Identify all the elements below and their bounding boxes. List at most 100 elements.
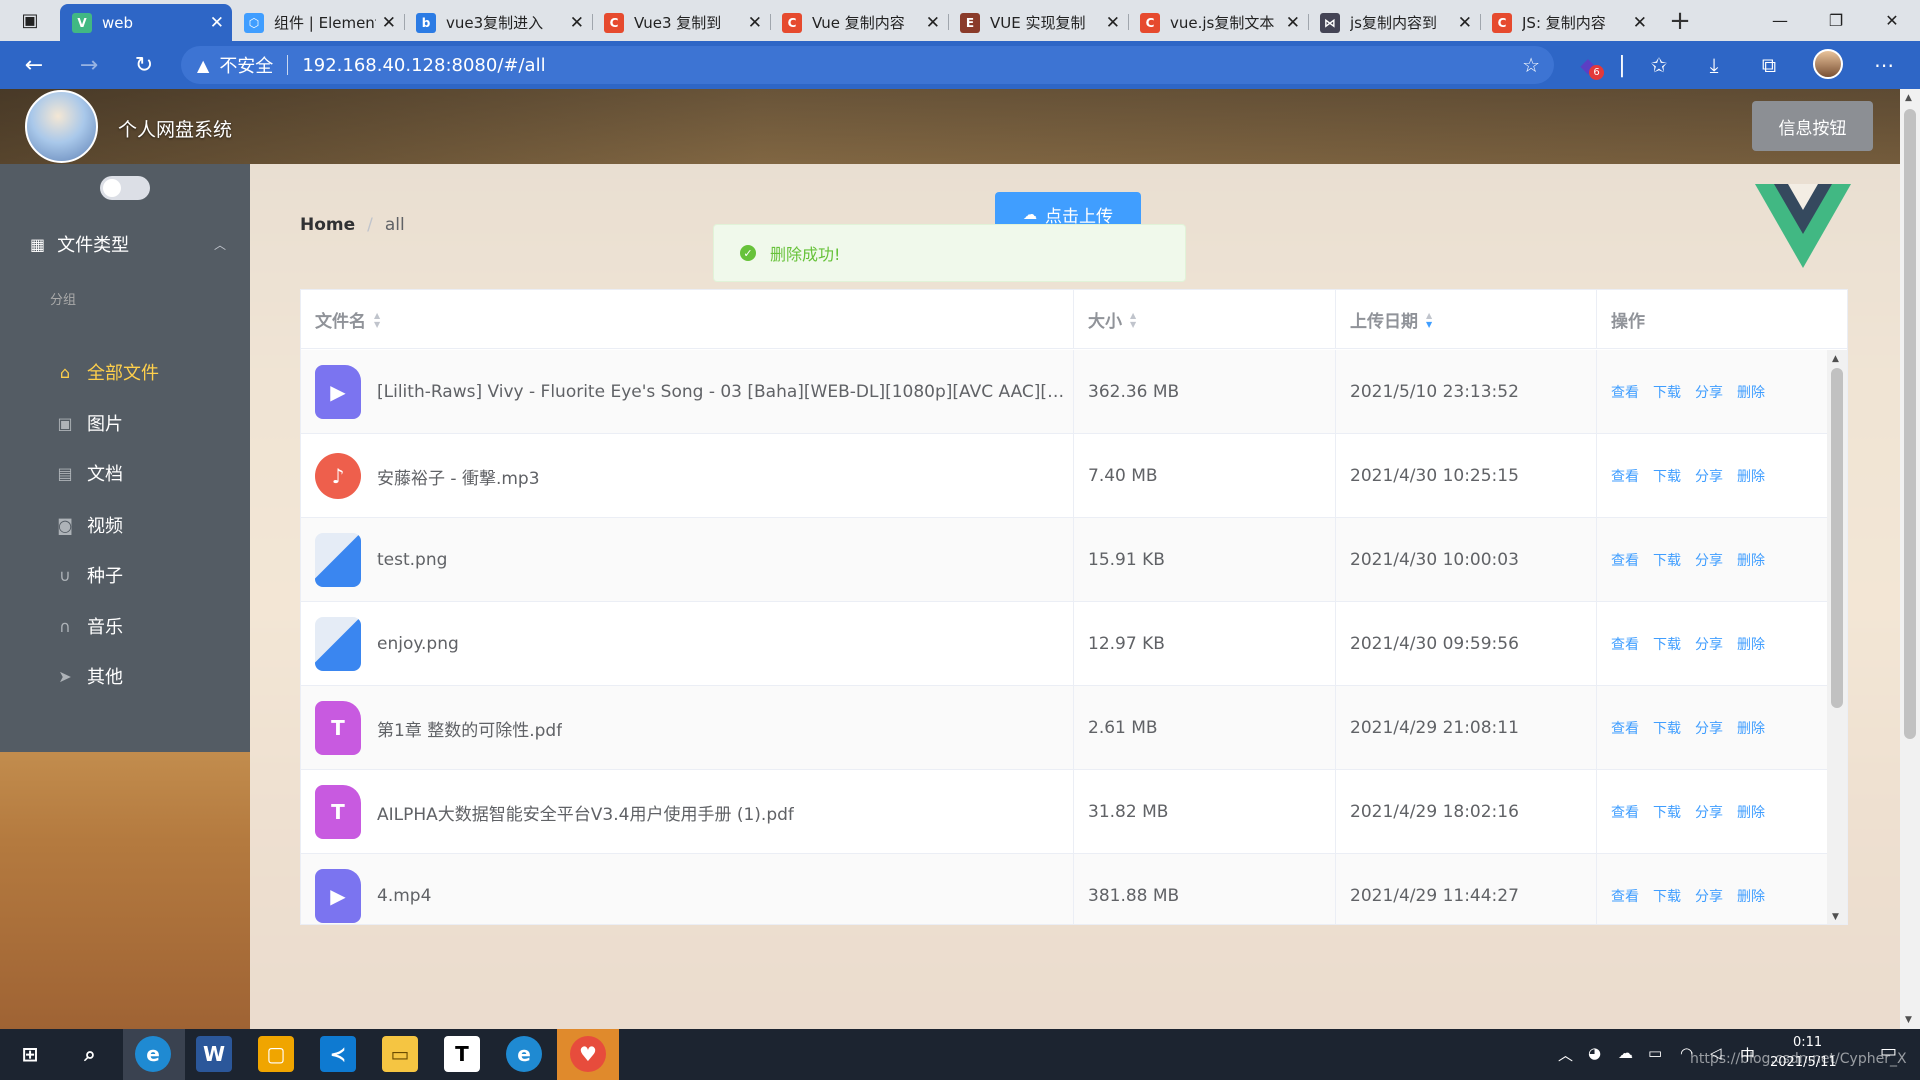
sidebar-item[interactable]: ▣ 图片 — [0, 395, 250, 451]
favorites-icon[interactable]: ✩ — [1643, 49, 1675, 81]
virtualbox-icon[interactable]: ▢ — [258, 1036, 294, 1072]
delete-button[interactable]: 删除 — [1737, 550, 1765, 570]
tab-actions-icon[interactable]: ▣ — [0, 0, 60, 41]
browser-tab[interactable]: E VUE 实现复制 ✕ — [948, 4, 1128, 41]
close-tab-icon[interactable]: ✕ — [382, 13, 396, 33]
delete-button[interactable]: 删除 — [1737, 634, 1765, 654]
download-button[interactable]: 下载 — [1653, 634, 1681, 654]
share-button[interactable]: 分享 — [1695, 382, 1723, 402]
view-button[interactable]: 查看 — [1611, 550, 1639, 570]
scroll-up-icon[interactable]: ▲ — [1832, 354, 1839, 364]
sidebar-item[interactable]: ▤ 文档 — [0, 445, 250, 501]
share-button[interactable]: 分享 — [1695, 550, 1723, 570]
breadcrumb-home[interactable]: Home — [300, 215, 355, 235]
view-button[interactable]: 查看 — [1611, 382, 1639, 402]
qq-icon[interactable]: ◕ — [1588, 1044, 1601, 1062]
table-row[interactable]: enjoy.png 12.97 KB 2021/4/30 09:59:56 查看 下载分… — [301, 602, 1829, 686]
cloud-icon[interactable]: ☁ — [1618, 1044, 1633, 1062]
close-tab-icon[interactable]: ✕ — [570, 13, 584, 33]
view-button[interactable]: 查看 — [1611, 718, 1639, 738]
close-tab-icon[interactable]: ✕ — [1286, 13, 1300, 33]
scroll-down-icon[interactable]: ▼ — [1832, 912, 1839, 922]
browser-tab[interactable]: b vue3复制进入 ✕ — [404, 4, 592, 41]
add-favorite-icon[interactable]: ☆ — [1522, 53, 1540, 77]
table-row[interactable]: ▶ 4.mp4 381.88 MB 2021/4/29 11:44:27 查看 下载 分享删… — [301, 854, 1829, 924]
typora-icon[interactable]: T — [444, 1036, 480, 1072]
start-icon[interactable]: ⊞ — [12, 1036, 48, 1072]
word-icon[interactable]: W — [196, 1036, 232, 1072]
info-button[interactable]: 信息按钮 — [1752, 101, 1873, 151]
sidebar-item[interactable]: ∪ 种子 — [0, 547, 250, 603]
view-button[interactable]: 查看 — [1611, 886, 1639, 906]
browser-tab[interactable]: C Vue 复制内容 ✕ — [770, 4, 948, 41]
delete-button[interactable]: 删除 — [1737, 718, 1765, 738]
share-button[interactable]: 分享 — [1695, 718, 1723, 738]
page-scrollbar[interactable]: ▲ ▼ — [1900, 89, 1920, 1029]
close-tab-icon[interactable]: ✕ — [1106, 13, 1120, 33]
share-button[interactable]: 分享 — [1695, 802, 1723, 822]
vscode-icon[interactable]: ≺ — [320, 1036, 356, 1072]
collapse-switch[interactable] — [100, 176, 150, 200]
column-header-name[interactable]: 文件名 ▲ ▼ — [301, 290, 1074, 349]
url-text[interactable]: 192.168.40.128:8080/#/all — [302, 55, 545, 76]
edge-dev-icon[interactable]: e — [506, 1036, 542, 1072]
extension-icon[interactable]: ◆ 6 — [1572, 49, 1604, 81]
view-button[interactable]: 查看 — [1611, 466, 1639, 486]
table-row[interactable]: ▶ [Lilith-Raws] Vivy - Fluorite Eye's Son… — [301, 350, 1829, 434]
forward-icon[interactable]: → — [73, 49, 105, 81]
scroll-down-icon[interactable]: ▼ — [1905, 1015, 1912, 1025]
scroll-up-icon[interactable]: ▲ — [1905, 93, 1912, 103]
share-button[interactable]: 分享 — [1695, 634, 1723, 654]
download-button[interactable]: 下载 — [1653, 550, 1681, 570]
refresh-icon[interactable]: ↻ — [128, 49, 160, 81]
sort-caret-icon[interactable]: ▲ ▼ — [374, 311, 380, 329]
sort-caret-icon[interactable]: ▲ ▼ — [1130, 311, 1136, 329]
url-input[interactable]: ▲ 不安全 192.168.40.128:8080/#/all ☆ — [181, 46, 1554, 84]
insecure-label[interactable]: 不安全 — [219, 52, 273, 78]
back-icon[interactable]: ← — [18, 49, 50, 81]
heart-app-icon[interactable]: ♥ — [570, 1036, 606, 1072]
close-tab-icon[interactable]: ✕ — [926, 13, 940, 33]
download-button[interactable]: 下载 — [1653, 802, 1681, 822]
table-row[interactable]: test.png 15.91 KB 2021/4/30 10:00:03 查看 下载 分享… — [301, 518, 1829, 602]
table-row[interactable]: ♪ 安藤裕子 - 衝撃.mp3 7.40 MB 2021/4/30 10:25:15 查… — [301, 434, 1829, 518]
more-icon[interactable]: ⋯ — [1868, 49, 1900, 81]
share-button[interactable]: 分享 — [1695, 466, 1723, 486]
close-window-button[interactable]: ✕ — [1864, 0, 1920, 41]
submenu-file-types[interactable]: ▦ 文件类型 ︿ — [0, 216, 250, 272]
view-button[interactable]: 查看 — [1611, 802, 1639, 822]
maximize-button[interactable]: ❐ — [1808, 0, 1864, 41]
close-tab-icon[interactable]: ✕ — [210, 13, 224, 33]
downloads-icon[interactable]: ⤓ — [1698, 49, 1730, 81]
view-button[interactable]: 查看 — [1611, 634, 1639, 654]
close-tab-icon[interactable]: ✕ — [1633, 13, 1647, 33]
notification-icon[interactable]: ▭ — [1880, 1041, 1897, 1062]
column-header-date[interactable]: 上传日期 ▲ ▼ — [1336, 290, 1597, 349]
browser-tab[interactable]: Cvue.js复制文本 ✕ — [1128, 4, 1308, 41]
browser-tab[interactable]: C Vue3 复制到 ✕ — [592, 4, 770, 41]
edge-browser-icon[interactable]: e — [135, 1036, 171, 1072]
warning-icon[interactable]: ▲ — [197, 56, 209, 75]
share-button[interactable]: 分享 — [1695, 886, 1723, 906]
scrollbar-thumb[interactable] — [1904, 109, 1916, 739]
delete-button[interactable]: 删除 — [1737, 466, 1765, 486]
file-explorer-icon[interactable]: ▭ — [382, 1036, 418, 1072]
delete-button[interactable]: 删除 — [1737, 802, 1765, 822]
clock-time[interactable]: 0:11 — [1793, 1035, 1822, 1050]
browser-tab[interactable]: ⋈ js复制内容到 ✕ — [1308, 4, 1480, 41]
sidebar-item[interactable]: ➤ 其他 — [0, 648, 250, 704]
download-button[interactable]: 下载 — [1653, 886, 1681, 906]
profile-avatar[interactable] — [1813, 49, 1843, 79]
close-tab-icon[interactable]: ✕ — [748, 13, 762, 33]
clock-date[interactable]: 2021/5/11 — [1770, 1055, 1837, 1070]
browser-tab[interactable]: C JS: 复制内容 ✕ — [1480, 4, 1655, 41]
download-button[interactable]: 下载 — [1653, 466, 1681, 486]
table-row[interactable]: T AILPHA大数据智能安全平台V3.4用户使用手册 (1).pdf 31.82 … — [301, 770, 1829, 854]
sidebar-item[interactable]: ⌂ 全部文件 — [0, 344, 250, 400]
sidebar-item[interactable]: ◙ 视频 — [0, 497, 250, 553]
new-tab-button[interactable]: + — [1665, 4, 1695, 37]
delete-button[interactable]: 删除 — [1737, 886, 1765, 906]
minimize-button[interactable]: — — [1752, 0, 1808, 41]
sort-caret-icon[interactable]: ▲ ▼ — [1426, 311, 1432, 329]
download-button[interactable]: 下载 — [1653, 718, 1681, 738]
